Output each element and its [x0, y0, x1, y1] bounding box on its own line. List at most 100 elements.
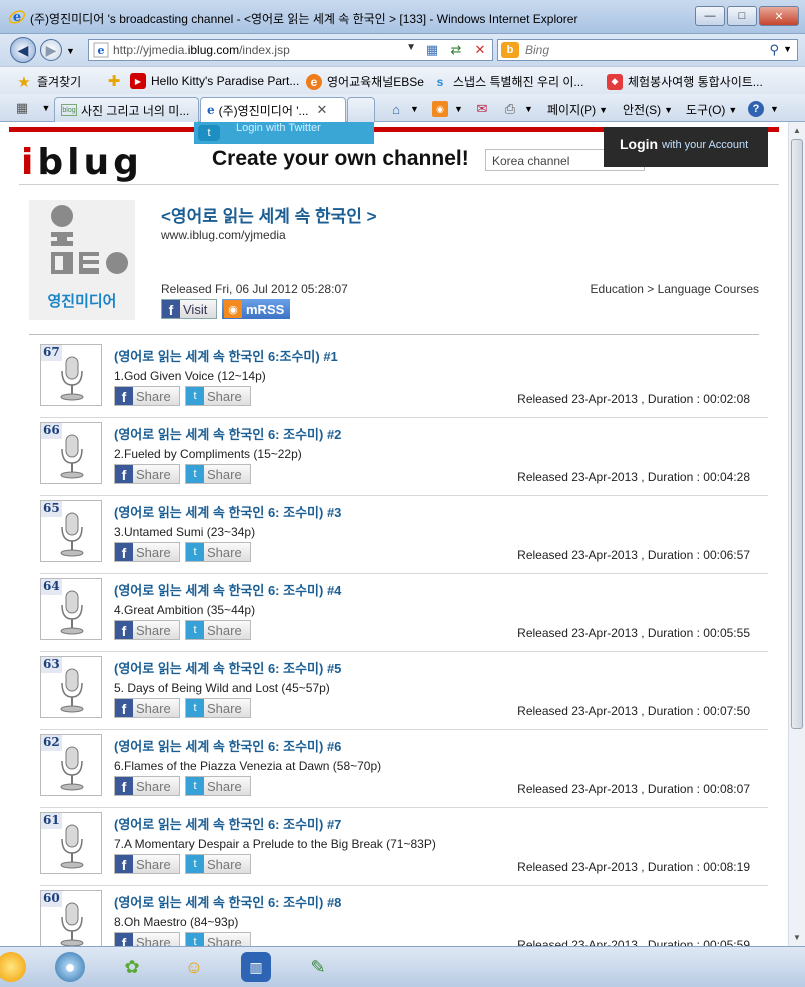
channel-category[interactable]: Education > Language Courses — [591, 282, 759, 296]
tools-menu[interactable]: 도구(O) ▼ — [686, 101, 737, 118]
read-mail-button[interactable]: ✉ — [474, 101, 493, 117]
facebook-share-button[interactable]: f Share — [114, 386, 180, 406]
search-input[interactable] — [525, 43, 755, 57]
episode-thumbnail[interactable]: 67 — [40, 344, 102, 406]
document-app-icon[interactable]: ▥ — [241, 952, 271, 982]
login-sublabel: with your Account — [662, 139, 749, 151]
iblug-logo[interactable]: iblug — [21, 142, 143, 183]
vertical-scrollbar[interactable]: ▲ ▼ — [788, 122, 805, 946]
login-box[interactable]: Login with your Account — [604, 127, 768, 167]
episode-subtitle: 5. Days of Being Wild and Lost (45~57p) — [114, 681, 330, 695]
twitter-share-button[interactable]: t Share — [185, 776, 251, 796]
microphone-icon — [60, 434, 84, 479]
mascot-icon[interactable]: ☺ — [179, 952, 209, 982]
ie-tab-icon: e — [207, 103, 215, 117]
scroll-down-arrow-icon[interactable]: ▼ — [789, 929, 805, 946]
twitter-share-button[interactable]: t Share — [185, 464, 251, 484]
compatibility-view-icon[interactable]: ▦ — [422, 41, 442, 59]
episode-title-link[interactable]: (영어로 읽는 세계 속 한국인 6: 조수미) #8 — [114, 892, 341, 911]
print-button[interactable]: ⎙ ▼ — [502, 101, 533, 117]
episode-title-link[interactable]: (영어로 읽는 세계 속 한국인 6: 조수미) #5 — [114, 658, 341, 677]
episode-title-link[interactable]: (영어로 읽는 세계 속 한국인 6: 조수미) #3 — [114, 502, 341, 521]
channel-title[interactable]: <영어로 읽는 세계 속 한국인 > — [161, 202, 377, 227]
episode-meta: Released 23-Apr-2013 , Duration : 00:08:… — [517, 782, 750, 796]
episode-thumbnail[interactable]: 65 — [40, 500, 102, 562]
twitter-share-button[interactable]: t Share — [185, 620, 251, 640]
maximize-button[interactable]: □ — [727, 6, 757, 26]
history-dropdown-icon[interactable]: ▼ — [66, 46, 75, 56]
quick-tabs-button[interactable]: ▦ — [14, 100, 33, 116]
facebook-share-button[interactable]: f Share — [114, 464, 180, 484]
episode-thumbnail[interactable]: 62 — [40, 734, 102, 796]
episode-thumbnail[interactable]: 60 — [40, 890, 102, 946]
mail-icon: ✉ — [476, 101, 488, 116]
forward-button[interactable]: ▶ — [40, 39, 62, 61]
webcam-icon[interactable]: ● — [55, 952, 85, 982]
window-titlebar[interactable]: e (주)영진미디어 's broadcasting channel - <영어… — [0, 0, 805, 34]
favorites-button[interactable]: ★ 즐겨찾기 — [16, 73, 81, 91]
twitter-bird-icon: t — [186, 699, 204, 717]
twitter-bird-icon: t — [186, 621, 204, 639]
tab-yjmedia[interactable]: e (주)영진미디어 '... ✕ — [200, 97, 346, 122]
episode-thumbnail[interactable]: 66 — [40, 422, 102, 484]
facebook-icon: f — [115, 777, 133, 795]
favorite-item-2[interactable]: s 스냅스 특별해진 우리 이... — [432, 73, 584, 90]
search-icon[interactable]: ⚲ — [769, 42, 779, 58]
facebook-share-button[interactable]: f Share — [114, 854, 180, 874]
close-tab-icon[interactable]: ✕ — [317, 102, 328, 118]
episode-thumbnail[interactable]: 63 — [40, 656, 102, 718]
paint-app-icon[interactable]: ✎ — [303, 952, 333, 982]
refresh-icon[interactable]: ⇄ — [446, 41, 466, 59]
twitter-share-button[interactable]: t Share — [185, 542, 251, 562]
episode-thumbnail[interactable]: 61 — [40, 812, 102, 874]
minimize-button[interactable]: — — [695, 6, 725, 26]
facebook-share-button[interactable]: f Share — [114, 932, 180, 946]
favorite-item-0[interactable]: ▶ Hello Kitty's Paradise Part... — [130, 73, 299, 89]
tab-photo[interactable]: blog 사진 그리고 너의 미... — [54, 97, 199, 122]
twitter-share-button[interactable]: t Share — [185, 854, 251, 874]
facebook-share-button[interactable]: f Share — [114, 620, 180, 640]
facebook-icon: f — [115, 933, 133, 946]
microphone-icon — [60, 746, 84, 791]
scroll-up-arrow-icon[interactable]: ▲ — [789, 122, 805, 139]
help-button[interactable]: ? ▼ — [748, 101, 779, 117]
facebook-share-button[interactable]: f Share — [114, 542, 180, 562]
facebook-share-button[interactable]: f Share — [114, 698, 180, 718]
episode-title-link[interactable]: (영어로 읽는 세계 속 한국인 6: 조수미) #4 — [114, 580, 341, 599]
twitter-login-button[interactable]: t Login with Twitter — [194, 122, 374, 144]
page-viewport: t Login with Twitter iblug Create your o… — [0, 122, 805, 946]
address-url[interactable]: http://yjmedia.iblug.com/index.jsp — [113, 43, 290, 57]
new-tab-button[interactable] — [347, 97, 375, 122]
episode-thumbnail[interactable]: 64 — [40, 578, 102, 640]
facebook-share-button[interactable]: f Share — [114, 776, 180, 796]
address-bar[interactable]: e http://yjmedia.iblug.com/index.jsp ▼ ▦… — [88, 39, 493, 61]
home-button[interactable]: ⌂ ▼ — [388, 101, 419, 117]
messenger-icon[interactable]: ✿ — [117, 952, 147, 982]
twitter-share-button[interactable]: t Share — [185, 386, 251, 406]
favorite-item-3[interactable]: ◆ 체험봉사여행 통합사이트... — [607, 73, 763, 90]
channel-logo[interactable]: 영진미디어 — [29, 200, 135, 320]
page-menu[interactable]: 페이지(P) ▼ — [547, 101, 608, 118]
stop-icon[interactable]: ✕ — [470, 41, 490, 59]
safety-menu[interactable]: 안전(S) ▼ — [623, 101, 673, 118]
twitter-share-button[interactable]: t Share — [185, 698, 251, 718]
close-button[interactable]: ✕ — [759, 6, 799, 26]
episode-title-link[interactable]: (영어로 읽는 세계 속 한국인 6: 조수미) #6 — [114, 736, 341, 755]
search-box[interactable]: b ⚲ ▼ — [497, 39, 798, 61]
address-dropdown-icon[interactable]: ▼ — [406, 42, 416, 53]
back-button[interactable]: ◀ — [10, 37, 36, 63]
start-orb-icon[interactable] — [0, 952, 26, 982]
microphone-icon — [60, 512, 84, 557]
twitter-share-button[interactable]: t Share — [185, 932, 251, 946]
favorite-item-1[interactable]: e 영어교육채널EBSe — [306, 73, 424, 90]
mrss-button[interactable]: ◉ mRSS — [222, 299, 290, 319]
episode-title-link[interactable]: (영어로 읽는 세계 속 한국인 6: 조수미) #7 — [114, 814, 341, 833]
search-dropdown-icon[interactable]: ▼ — [783, 44, 792, 54]
episode-title-link[interactable]: (영어로 읽는 세계 속 한국인 6:조수미) #1 — [114, 346, 338, 365]
login-label: Login — [620, 136, 659, 152]
episode-title-link[interactable]: (영어로 읽는 세계 속 한국인 6: 조수미) #2 — [114, 424, 341, 443]
add-favorite-button[interactable]: ✚ — [106, 73, 127, 90]
scroll-thumb[interactable] — [791, 139, 803, 729]
visit-button[interactable]: f Visit — [161, 299, 217, 319]
feeds-button[interactable]: ◉ ▼ — [432, 101, 463, 117]
